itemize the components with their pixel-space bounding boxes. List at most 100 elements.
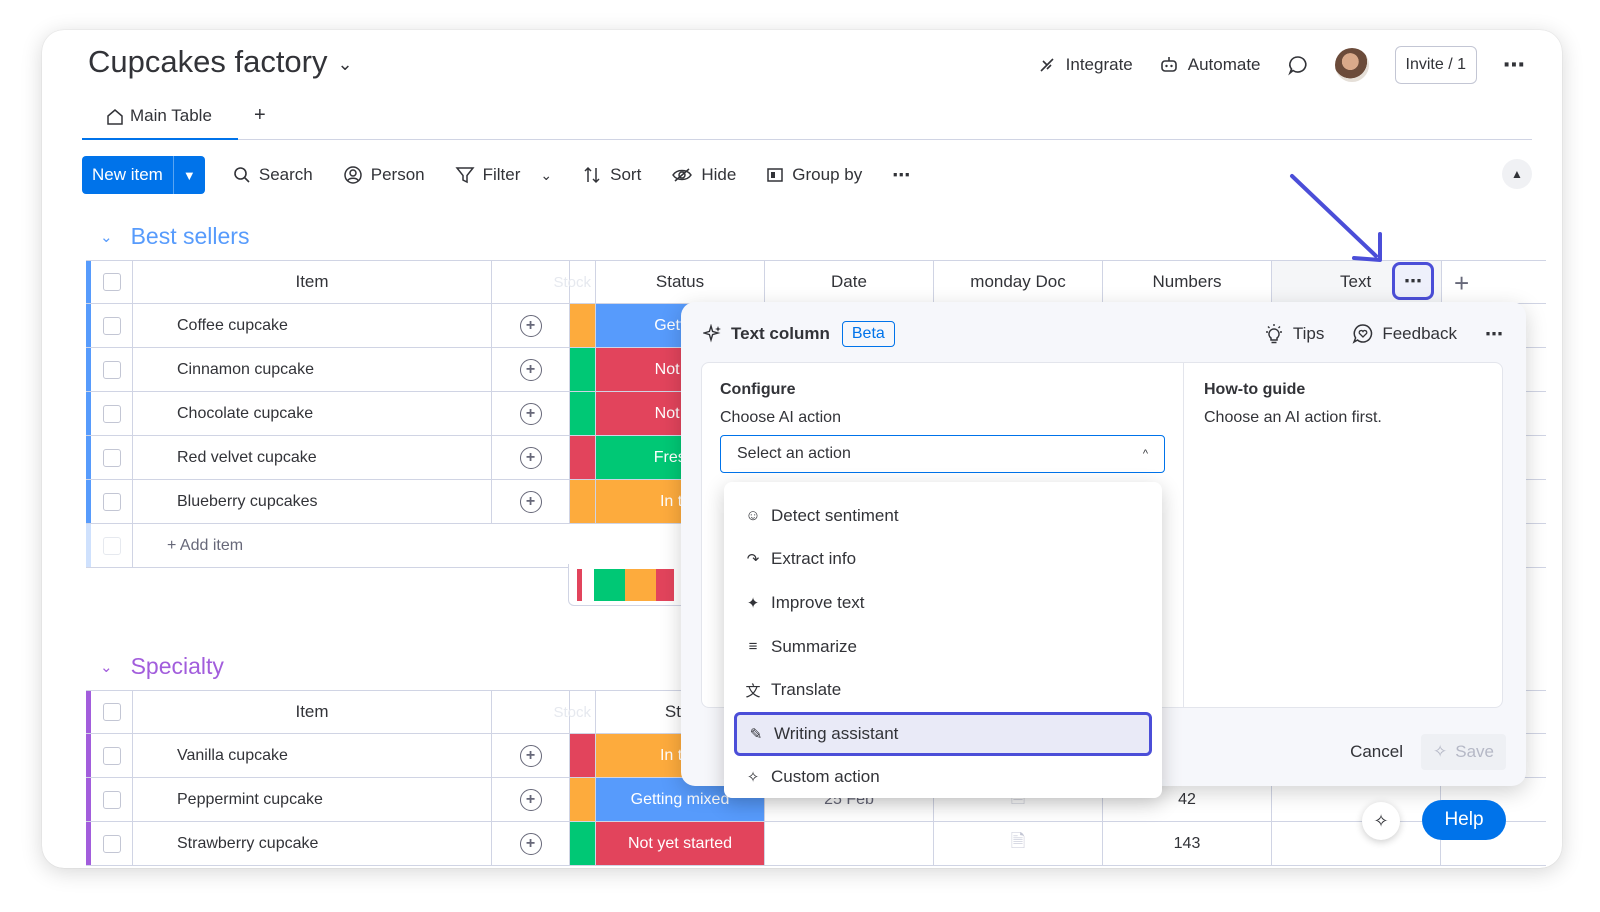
- save-button[interactable]: ✧ Save: [1421, 734, 1506, 770]
- status-cell[interactable]: Not yet started: [596, 822, 765, 865]
- column-header-item[interactable]: Item Stock: [133, 261, 591, 303]
- select-all-checkbox[interactable]: [102, 273, 121, 291]
- row-checkbox[interactable]: [102, 404, 121, 423]
- chevron-down-icon[interactable]: ⌄: [100, 228, 113, 246]
- item-name-cell[interactable]: Coffee cupcake: [133, 304, 491, 347]
- row-checkbox: [102, 536, 121, 555]
- more-options-icon[interactable]: ⋯: [892, 165, 911, 186]
- table-row[interactable]: Strawberry cupcake + Not yet started 🗎 143: [86, 822, 1546, 866]
- row-checkbox[interactable]: [102, 790, 121, 809]
- more-options-icon[interactable]: ⋯: [1485, 324, 1504, 345]
- group-by-label: Group by: [792, 165, 863, 184]
- updates-cell[interactable]: +: [491, 348, 570, 391]
- doc-cell[interactable]: 🗎: [934, 822, 1103, 865]
- stock-cell[interactable]: [570, 304, 596, 347]
- more-options-icon[interactable]: ⋯: [1503, 52, 1526, 78]
- item-name-cell[interactable]: Red velvet cupcake: [133, 436, 491, 479]
- column-options-button[interactable]: ⋯: [1392, 262, 1434, 300]
- item-name-cell[interactable]: Peppermint cupcake: [133, 778, 491, 821]
- ai-action-select[interactable]: Select an action ^: [720, 435, 1165, 473]
- chevron-down-icon[interactable]: ⌄: [540, 167, 552, 184]
- column-header-item[interactable]: Item Stock: [133, 691, 591, 733]
- row-checkbox[interactable]: [102, 492, 121, 511]
- date-cell[interactable]: [765, 822, 934, 865]
- row-checkbox[interactable]: [102, 834, 121, 853]
- item-name-cell[interactable]: Vanilla cupcake: [133, 734, 491, 777]
- chevron-down-icon[interactable]: ▼: [172, 156, 205, 194]
- chevron-down-icon[interactable]: ⌄: [100, 658, 113, 676]
- board-title[interactable]: Cupcakes factory ⌄: [88, 44, 353, 80]
- option-label: Translate: [771, 680, 842, 700]
- integrate-button[interactable]: Integrate: [1037, 55, 1133, 75]
- stock-cell[interactable]: [570, 348, 596, 391]
- option-detect-sentiment[interactable]: ☺ Detect sentiment: [724, 494, 1162, 538]
- tips-button[interactable]: Tips: [1263, 323, 1324, 345]
- person-filter-button[interactable]: Person: [343, 165, 425, 185]
- option-extract-info[interactable]: ↷ Extract info: [724, 538, 1162, 582]
- checkbox-cell: [91, 524, 133, 567]
- row-checkbox[interactable]: [102, 360, 121, 379]
- help-button[interactable]: Help: [1422, 800, 1506, 840]
- automate-button[interactable]: Automate: [1159, 55, 1261, 75]
- stock-cell[interactable]: [570, 436, 596, 479]
- chevron-up-icon: ▲: [1511, 167, 1523, 181]
- item-name-cell[interactable]: Chocolate cupcake: [133, 392, 491, 435]
- status-summary-bar[interactable]: [594, 569, 674, 601]
- updates-cell[interactable]: +: [491, 304, 570, 347]
- more-options-icon: ⋯: [1404, 270, 1422, 291]
- column-header-status[interactable]: Status: [596, 261, 765, 303]
- group-title-best-sellers[interactable]: ⌄ Best sellers: [100, 223, 249, 250]
- add-item-input[interactable]: + Add item: [133, 524, 733, 567]
- item-name-cell[interactable]: Cinnamon cupcake: [133, 348, 491, 391]
- column-header-doc[interactable]: monday Doc: [934, 261, 1103, 303]
- option-translate[interactable]: 文 Translate: [724, 668, 1162, 712]
- stock-cell[interactable]: [570, 822, 596, 865]
- item-name-cell[interactable]: Blueberry cupcakes: [133, 480, 491, 523]
- collapse-header-button[interactable]: ▲: [1502, 159, 1532, 189]
- tab-main-table[interactable]: Main Table: [82, 100, 238, 140]
- row-checkbox[interactable]: [102, 746, 121, 765]
- option-writing-assistant[interactable]: ✎ Writing assistant: [734, 711, 1152, 756]
- text-cell[interactable]: [1272, 822, 1441, 865]
- search-button[interactable]: Search: [233, 165, 313, 185]
- option-custom-action[interactable]: ✧ Custom action: [724, 756, 1162, 800]
- updates-cell[interactable]: +: [491, 778, 570, 821]
- select-all-checkbox[interactable]: [102, 703, 121, 721]
- avatar[interactable]: [1334, 48, 1369, 82]
- updates-cell[interactable]: +: [491, 822, 570, 865]
- numbers-cell[interactable]: 143: [1103, 822, 1272, 865]
- sort-label: Sort: [610, 165, 642, 184]
- chat-bubble-icon: [1287, 56, 1307, 76]
- stock-cell[interactable]: [570, 392, 596, 435]
- add-update-icon: +: [519, 358, 542, 381]
- group-title-specialty[interactable]: ⌄ Specialty: [100, 653, 224, 680]
- row-checkbox[interactable]: [102, 316, 121, 335]
- column-header-date[interactable]: Date: [765, 261, 934, 303]
- updates-cell[interactable]: +: [491, 392, 570, 435]
- item-name-cell[interactable]: Strawberry cupcake: [133, 822, 491, 865]
- row-checkbox[interactable]: [102, 448, 121, 467]
- add-column-button[interactable]: +: [1454, 268, 1469, 299]
- group-by-button[interactable]: Group by: [766, 165, 862, 185]
- filter-button[interactable]: Filter ⌄: [455, 165, 552, 185]
- integrate-label: Integrate: [1065, 55, 1133, 74]
- column-header-numbers[interactable]: Numbers: [1103, 261, 1272, 303]
- option-improve-text[interactable]: ✦ Improve text: [724, 581, 1162, 625]
- chevron-down-icon[interactable]: ⌄: [338, 54, 353, 75]
- option-summarize[interactable]: ≡ Summarize: [724, 625, 1162, 669]
- new-item-button[interactable]: New item ▼: [82, 156, 205, 194]
- sort-button[interactable]: Sort: [582, 165, 641, 185]
- add-view-button[interactable]: +: [254, 104, 266, 127]
- feedback-button[interactable]: Feedback: [1352, 323, 1457, 345]
- hide-button[interactable]: Hide: [671, 165, 736, 185]
- stock-cell[interactable]: [570, 778, 596, 821]
- updates-cell[interactable]: +: [491, 436, 570, 479]
- cancel-button[interactable]: Cancel: [1350, 742, 1403, 762]
- updates-button[interactable]: [1287, 54, 1309, 76]
- stock-cell[interactable]: [570, 480, 596, 523]
- invite-button[interactable]: Invite / 1: [1394, 46, 1477, 84]
- updates-cell[interactable]: +: [491, 480, 570, 523]
- updates-cell[interactable]: +: [491, 734, 570, 777]
- stock-cell[interactable]: [570, 734, 596, 777]
- ai-assistant-button[interactable]: ✧: [1362, 802, 1400, 840]
